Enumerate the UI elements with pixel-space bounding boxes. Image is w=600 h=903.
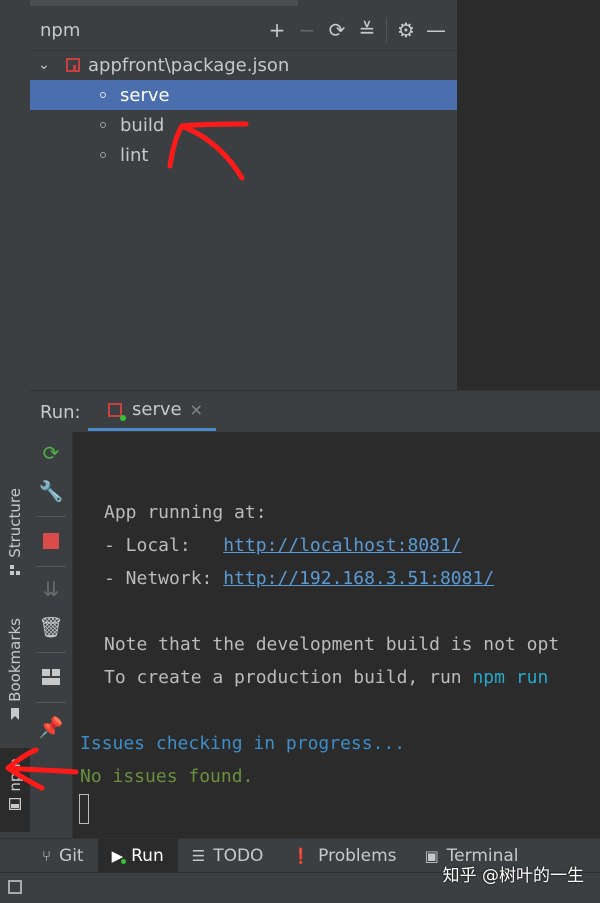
tree-item-label: serve — [120, 84, 170, 106]
console-line: App running at: — [104, 502, 267, 523]
tree-root-label: appfront\package.json — [88, 54, 290, 76]
bottom-tab-label: Problems — [318, 846, 397, 866]
side-tab-npm-label: npm — [6, 758, 24, 792]
status-bar: 知乎 @树叶的一生 — [0, 866, 600, 903]
bottom-tab-label: Git — [59, 846, 84, 866]
network-url-link[interactable]: http://192.168.3.51:8081/ — [223, 568, 494, 589]
tree-item-lint[interactable]: lint — [30, 140, 457, 170]
toolbar-divider — [36, 702, 66, 703]
git-branch-icon: ⑂ — [42, 847, 52, 865]
console-line-prefix: - Local: — [104, 535, 224, 556]
console-line: Note that the development build is not o… — [104, 634, 560, 655]
terminal-icon: ▣ — [424, 847, 439, 865]
npm-panel-scroll-indicator — [30, 0, 298, 6]
script-bullet-icon — [100, 122, 106, 128]
local-url-link[interactable]: http://localhost:8081/ — [223, 535, 461, 556]
toolbar-divider — [36, 652, 66, 653]
toolbar-divider — [36, 516, 66, 517]
todo-list-icon: ☰ — [191, 847, 206, 865]
side-tab-structure-label: Structure — [6, 488, 24, 558]
console-output[interactable]: App running at: - Local: http://localhos… — [73, 432, 600, 838]
console-line-prefix: To create a production build, run — [104, 667, 473, 688]
structure-icon — [10, 564, 20, 575]
hide-panel-icon[interactable]: — — [421, 16, 451, 44]
npm-panel-title: npm — [40, 19, 81, 41]
console-command: npm run — [472, 667, 549, 688]
package-json-icon — [66, 58, 80, 72]
bottom-tab-label: Run — [131, 846, 164, 866]
close-icon[interactable]: × — [190, 400, 203, 419]
rerun-icon[interactable]: ⟳ — [38, 440, 64, 466]
console-line: To create a production build, run npm ru… — [104, 667, 548, 688]
remove-icon[interactable]: − — [292, 16, 322, 44]
bottom-tab-todo[interactable]: ☰ TODO — [178, 839, 278, 873]
toggle-tool-windows-icon[interactable] — [8, 880, 22, 894]
bottom-tab-run[interactable]: ▶ Run — [97, 839, 178, 873]
console-line-success: No issues found. — [80, 766, 254, 787]
run-panel-header: Run: serve × — [30, 390, 600, 433]
run-panel-label: Run: — [40, 402, 81, 423]
side-tab-structure[interactable]: Structure — [0, 488, 30, 576]
side-tab-bookmarks-label: Bookmarks — [6, 618, 24, 702]
refresh-icon[interactable]: ⟳ — [322, 16, 352, 44]
stop-icon[interactable] — [38, 528, 64, 554]
npm-panel-toolbar: + − ⟳ ≚ ⚙ — — [262, 16, 451, 44]
bottom-tab-label: TODO — [213, 846, 264, 866]
console-line-info: Issues checking in progress... — [80, 733, 406, 754]
tree-item-label: build — [120, 114, 165, 136]
npm-panel-icon — [9, 797, 21, 810]
watermark: 知乎 @树叶的一生 — [442, 866, 584, 886]
bookmark-icon — [11, 707, 19, 720]
script-bullet-icon — [100, 152, 106, 158]
problems-icon: ❗ — [291, 847, 311, 865]
run-tab-serve[interactable]: serve × — [88, 391, 216, 431]
wrench-icon[interactable]: 🔧 — [38, 478, 64, 504]
tree-root-package-json[interactable]: ⌄ appfront\package.json — [30, 50, 457, 80]
side-tab-npm[interactable]: npm — [0, 748, 30, 832]
console-line: - Network: http://192.168.3.51:8081/ — [104, 568, 494, 589]
npm-panel: npm + − ⟳ ≚ ⚙ — ⌄ appfront\package.json … — [30, 0, 458, 390]
side-tab-bookmarks[interactable]: Bookmarks — [0, 618, 30, 720]
scroll-to-end-icon[interactable]: ⇊ — [38, 576, 64, 602]
chevron-down-icon[interactable]: ⌄ — [38, 57, 56, 73]
toolbar-divider — [36, 566, 66, 567]
toolbar-divider — [386, 18, 387, 42]
tree-item-serve[interactable]: serve — [30, 80, 457, 110]
add-icon[interactable]: + — [262, 16, 292, 44]
npm-run-config-icon — [108, 402, 126, 421]
tree-item-build[interactable]: build — [30, 110, 457, 140]
script-bullet-icon — [100, 92, 106, 98]
pin-icon[interactable]: 📌 — [38, 714, 64, 740]
console-cursor — [79, 794, 89, 824]
bottom-tab-git[interactable]: ⑂ Git — [28, 839, 98, 873]
layout-icon[interactable] — [38, 664, 64, 690]
collapse-all-icon[interactable]: ≚ — [352, 16, 382, 44]
npm-script-tree: ⌄ appfront\package.json serve build lint — [30, 50, 457, 170]
npm-panel-header: npm + − ⟳ ≚ ⚙ — — [30, 10, 457, 51]
trash-icon[interactable]: 🗑 — [38, 614, 64, 640]
run-tab-label: serve — [132, 399, 182, 420]
settings-icon[interactable]: ⚙ — [391, 16, 421, 44]
running-indicator-icon — [120, 414, 126, 421]
tree-item-label: lint — [120, 144, 149, 166]
run-icon: ▶ — [112, 847, 127, 865]
editor-area — [458, 0, 600, 390]
run-toolbar: ⟳ 🔧 ⇊ 🗑 📌 — [30, 432, 73, 838]
bottom-tab-problems[interactable]: ❗ Problems — [277, 839, 410, 873]
console-line-prefix: - Network: — [104, 568, 224, 589]
console-line: - Local: http://localhost:8081/ — [104, 535, 462, 556]
left-tool-strip: Structure Bookmarks npm — [0, 0, 31, 838]
